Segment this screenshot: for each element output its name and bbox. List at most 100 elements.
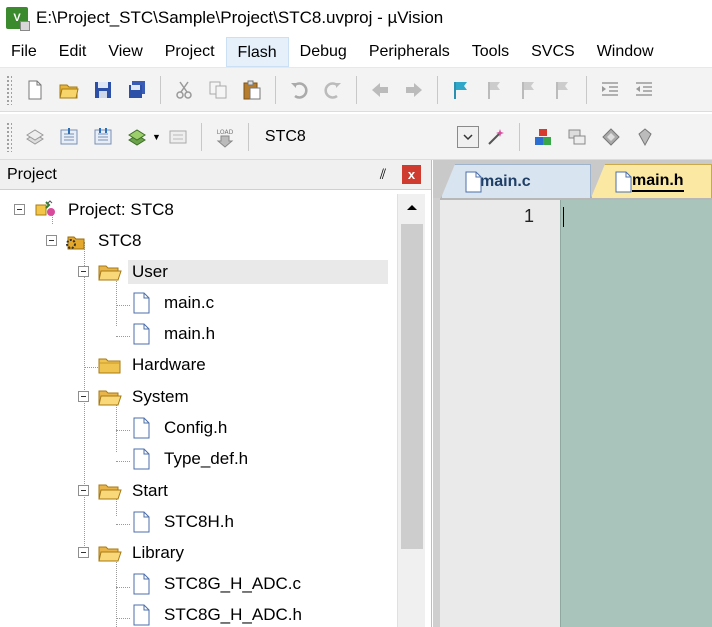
text-caret bbox=[563, 207, 564, 227]
navigate-forward-icon[interactable] bbox=[399, 75, 429, 105]
line-number: 1 bbox=[524, 206, 535, 226]
folder-open-icon bbox=[98, 481, 122, 501]
menu-flash[interactable]: Flash bbox=[225, 36, 289, 67]
tree-connector bbox=[116, 305, 130, 306]
tree-connector bbox=[116, 461, 130, 462]
uvision-app-icon[interactable]: V bbox=[6, 7, 30, 31]
menu-project[interactable]: Project bbox=[154, 37, 226, 67]
scroll-up-arrow-icon[interactable] bbox=[400, 196, 424, 218]
file-icon bbox=[132, 323, 150, 345]
menu-edit[interactable]: Edit bbox=[48, 37, 98, 67]
menu-svcs[interactable]: SVCS bbox=[520, 37, 586, 67]
window-title: E:\Project_STC\Sample\Project\STC8.uvpro… bbox=[36, 8, 444, 27]
unindent-icon[interactable] bbox=[629, 75, 659, 105]
menu-debug[interactable]: Debug bbox=[289, 37, 358, 67]
download-load-icon[interactable]: LOAD bbox=[210, 122, 240, 152]
tree-item-folder-user[interactable]: User bbox=[78, 258, 388, 286]
menu-file[interactable]: File bbox=[0, 37, 48, 67]
rebuild-icon[interactable] bbox=[88, 122, 118, 152]
save-all-icon[interactable] bbox=[122, 75, 152, 105]
file-icon bbox=[132, 417, 150, 439]
undo-icon[interactable] bbox=[284, 75, 314, 105]
tree-item-folder-hardware[interactable]: Hardware bbox=[78, 351, 210, 379]
tree-item-label: main.c bbox=[164, 293, 215, 312]
next-bookmark-icon[interactable] bbox=[514, 75, 544, 105]
collapse-toggle[interactable] bbox=[46, 235, 57, 246]
select-packs-icon[interactable] bbox=[596, 122, 626, 152]
stop-build-icon[interactable] bbox=[163, 122, 193, 152]
pin-icon[interactable]: ⫽ bbox=[375, 166, 391, 183]
menu-tools[interactable]: Tools bbox=[461, 37, 520, 67]
toolbar-separator bbox=[518, 122, 520, 151]
project-tree-scrollbar[interactable] bbox=[397, 194, 425, 627]
tree-item-file-config-h[interactable]: Config.h bbox=[130, 414, 231, 442]
redo-icon[interactable] bbox=[318, 75, 348, 105]
target-dropdown-button[interactable] bbox=[456, 125, 479, 148]
tree-item-file-type-def-h[interactable]: Type_def.h bbox=[130, 445, 252, 473]
paste-icon[interactable] bbox=[237, 75, 267, 105]
toolbar-separator bbox=[437, 75, 438, 104]
menu-window[interactable]: Window bbox=[586, 37, 665, 67]
file-icon bbox=[132, 573, 150, 595]
navigate-back-icon[interactable] bbox=[365, 75, 395, 105]
bookmark-flag-icon[interactable] bbox=[446, 75, 476, 105]
batch-build-icon[interactable] bbox=[122, 122, 152, 152]
tree-item-label: Config.h bbox=[164, 418, 228, 437]
collapse-toggle[interactable] bbox=[78, 547, 89, 558]
tree-item-file-main-h[interactable]: main.h bbox=[130, 320, 219, 348]
clear-bookmarks-icon[interactable] bbox=[548, 75, 578, 105]
title-bar: V E:\Project_STC\Sample\Project\STC8.uvp… bbox=[0, 0, 712, 36]
tree-item-label: main.h bbox=[164, 324, 216, 343]
folder-open-icon bbox=[98, 543, 122, 563]
new-file-icon[interactable] bbox=[20, 75, 50, 105]
code-editor[interactable] bbox=[560, 200, 712, 627]
line-number-gutter: 1 bbox=[440, 200, 560, 627]
tree-item-file-stc8g-h-adc-c[interactable]: STC8G_H_ADC.c bbox=[130, 570, 305, 598]
collapse-toggle[interactable] bbox=[14, 204, 25, 215]
tree-item-folder-library[interactable]: Library bbox=[78, 539, 188, 567]
close-panel-button[interactable]: x bbox=[402, 165, 421, 184]
tree-item-label: STC8G_H_ADC.c bbox=[164, 574, 301, 593]
file-icon bbox=[614, 171, 632, 198]
prev-bookmark-icon[interactable] bbox=[480, 75, 510, 105]
build-icon[interactable] bbox=[54, 122, 84, 152]
menu-peripherals[interactable]: Peripherals bbox=[358, 37, 461, 67]
tree-item-folder-system[interactable]: System bbox=[78, 383, 193, 411]
tab-main-c[interactable]: main.c bbox=[441, 164, 591, 198]
file-icon bbox=[132, 604, 150, 626]
file-icon bbox=[132, 511, 150, 533]
manage-components-icon[interactable] bbox=[528, 122, 558, 152]
file-extensions-icon[interactable] bbox=[562, 122, 592, 152]
tree-item-target[interactable]: STC8 bbox=[46, 227, 145, 255]
target-select[interactable]: STC8 bbox=[265, 128, 455, 146]
toolbar-grip[interactable] bbox=[6, 121, 12, 152]
menu-bar: File Edit View Project Flash Debug Perip… bbox=[0, 36, 712, 68]
tree-connector bbox=[116, 336, 130, 337]
copy-icon[interactable] bbox=[203, 75, 233, 105]
tree-item-folder-start[interactable]: Start bbox=[78, 477, 172, 505]
translate-icon[interactable] bbox=[20, 122, 50, 152]
open-folder-icon[interactable] bbox=[54, 75, 84, 105]
tab-main-h[interactable]: main.h bbox=[591, 164, 712, 198]
tree-item-label: Project: STC8 bbox=[68, 200, 174, 219]
menu-view[interactable]: View bbox=[97, 37, 153, 67]
cut-icon[interactable] bbox=[169, 75, 199, 105]
tree-item-file-main-c[interactable]: main.c bbox=[130, 289, 218, 317]
editor-area: main.c main.h 1 bbox=[433, 160, 712, 627]
tree-item-label: User bbox=[128, 260, 388, 284]
collapse-toggle[interactable] bbox=[78, 266, 89, 277]
scrollbar-thumb[interactable] bbox=[401, 224, 423, 549]
target-options-wand-icon[interactable] bbox=[481, 122, 511, 152]
toolbar-separator bbox=[247, 122, 249, 151]
tree-item-file-stc8h-h[interactable]: STC8H.h bbox=[130, 508, 238, 536]
collapse-toggle[interactable] bbox=[78, 391, 89, 402]
collapse-toggle[interactable] bbox=[78, 485, 89, 496]
toolbar-grip[interactable] bbox=[6, 74, 12, 105]
save-icon[interactable] bbox=[88, 75, 118, 105]
indent-icon[interactable] bbox=[595, 75, 625, 105]
tree-item-project[interactable]: Project: STC8 bbox=[14, 196, 178, 224]
batch-build-dropdown-arrow[interactable]: ▼ bbox=[152, 132, 161, 142]
file-icon bbox=[132, 448, 150, 470]
pack-installer-icon[interactable] bbox=[630, 122, 660, 152]
tree-item-file-stc8g-h-adc-h[interactable]: STC8G_H_ADC.h bbox=[130, 601, 306, 627]
